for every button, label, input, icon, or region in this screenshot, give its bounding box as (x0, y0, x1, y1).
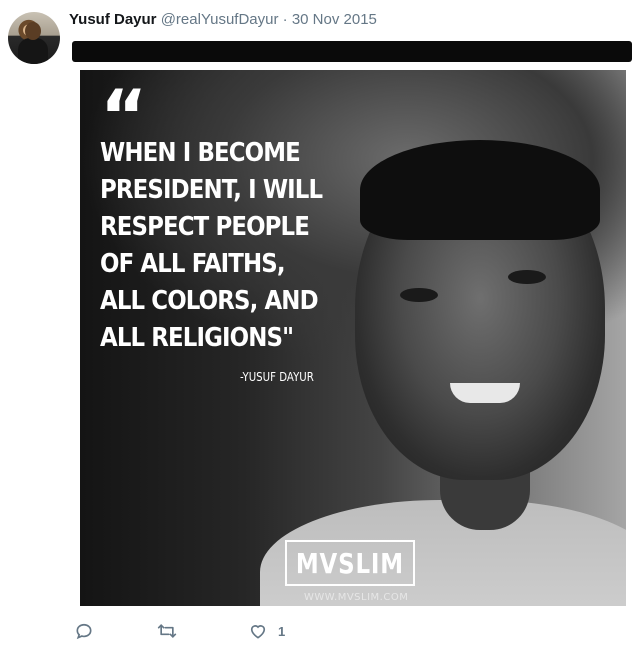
heart-icon (250, 625, 266, 639)
tweet-actions: 1 (74, 620, 285, 642)
quote-line: ALL RELIGIONS" (100, 323, 294, 353)
quote-text: WHEN I BECOME PRESIDENT, I WILL RESPECT … (100, 135, 360, 357)
quote-line: RESPECT PEOPLE (100, 212, 310, 242)
image-top-bar (72, 41, 632, 62)
reply-button[interactable] (74, 621, 94, 641)
photo-eye-left (400, 288, 438, 302)
logo-url: WWW.MVSLIM.COM (304, 592, 409, 603)
quote-line: ALL COLORS, AND (100, 286, 319, 316)
like-button[interactable]: 1 (248, 621, 285, 641)
quote-line: WHEN I BECOME (100, 138, 301, 168)
tweet-date[interactable]: 30 Nov 2015 (292, 11, 377, 28)
like-count: 1 (278, 623, 286, 639)
quote-attribution: -YUSUF DAYUR (240, 370, 314, 384)
retweet-button[interactable] (156, 621, 178, 641)
author-handle[interactable]: @realYusufDayur (161, 11, 279, 28)
avatar-figure-head (25, 22, 41, 40)
tweet-header: Yusuf Dayur @realYusufDayur · 30 Nov 201… (69, 11, 377, 28)
tweet-image[interactable]: “ WHEN I BECOME PRESIDENT, I WILL RESPEC… (80, 70, 626, 606)
mvslim-logo: MVSLIM (285, 540, 415, 586)
reply-icon (76, 623, 92, 640)
photo-hair (360, 140, 600, 240)
retweet-icon (157, 624, 177, 638)
logo-text: MVSLIM (295, 546, 405, 580)
photo-smile (450, 383, 520, 403)
author-name[interactable]: Yusuf Dayur (69, 11, 157, 28)
photo-eye-right (508, 270, 546, 284)
quote-line: OF ALL FAITHS, (100, 249, 286, 279)
quote-line: PRESIDENT, I WILL (100, 175, 323, 205)
separator-dot: · (282, 11, 288, 28)
avatar-figure-suit (18, 38, 48, 64)
avatar[interactable] (8, 12, 60, 64)
